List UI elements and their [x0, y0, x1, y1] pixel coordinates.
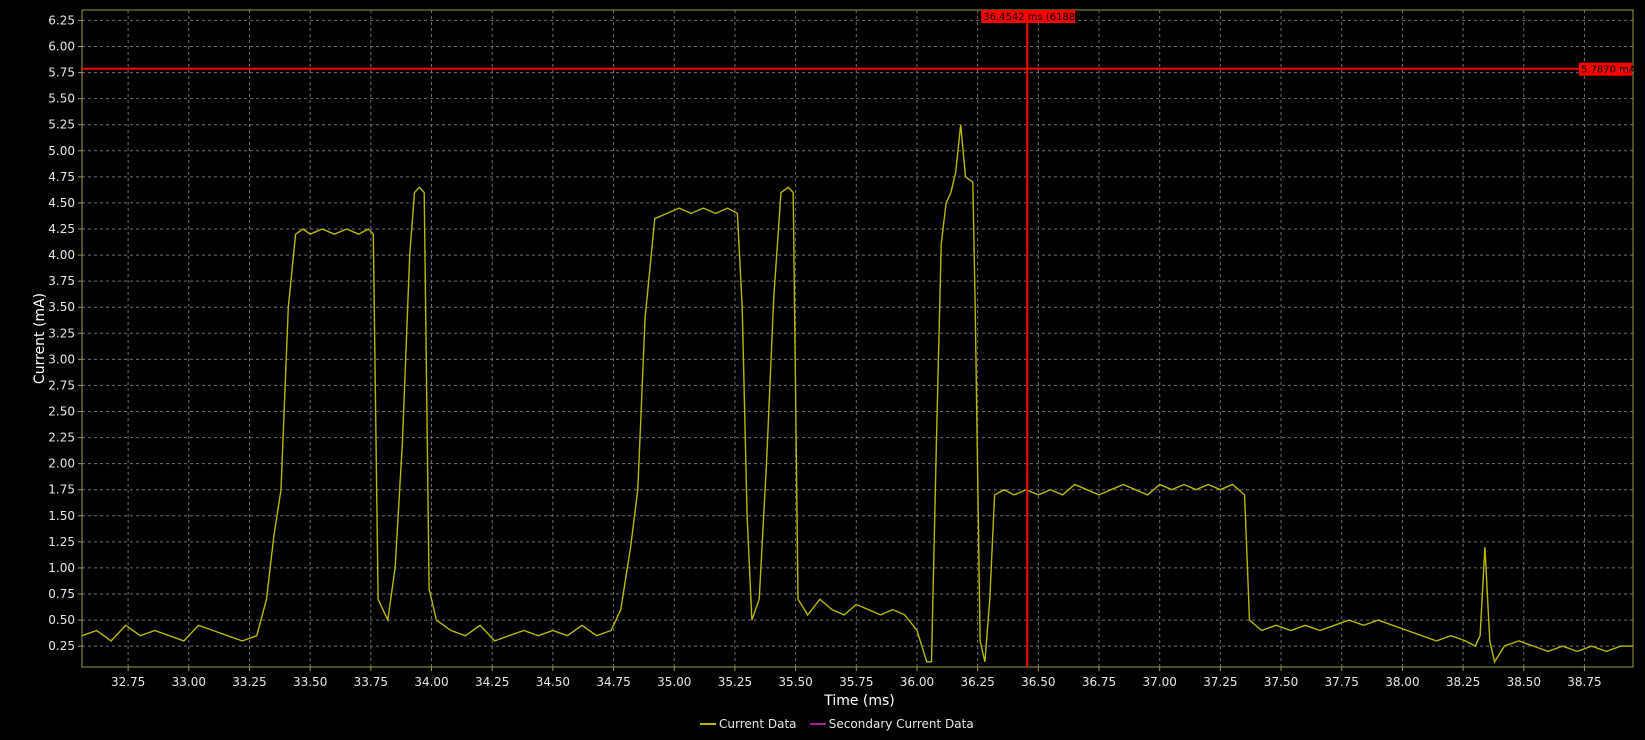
y-tick-label: 5.75 — [48, 66, 75, 80]
y-tick-label: 1.25 — [48, 535, 75, 549]
x-tick-label: 38.50 — [1507, 675, 1541, 689]
y-tick-label: 5.00 — [48, 144, 75, 158]
x-tick-label: 34.00 — [414, 675, 448, 689]
x-tick-label: 33.25 — [232, 675, 266, 689]
x-tick-label: 35.00 — [657, 675, 691, 689]
y-tick-label: 4.00 — [48, 248, 75, 262]
y-tick-label: 3.25 — [48, 326, 75, 340]
x-tick-label: 34.75 — [596, 675, 630, 689]
legend-label: Current Data — [719, 717, 797, 731]
current-chart[interactable]: 32.75 33.00 33.25 33.50 33.75 34.00 34.25 34.50… — [0, 0, 1645, 740]
y-tick-label: 0.25 — [48, 639, 75, 653]
y-tick-label: 0.75 — [48, 587, 75, 601]
x-tick-label: 32.75 — [111, 675, 145, 689]
x-axis-title: Time (ms) — [823, 693, 895, 709]
y-tick-label: 5.50 — [48, 92, 75, 106]
x-tick-label: 35.75 — [839, 675, 873, 689]
y-tick-label: 4.25 — [48, 222, 75, 236]
x-tick-label: 36.00 — [900, 675, 934, 689]
y-tick-label: 5.25 — [48, 118, 75, 132]
horizontal-cursor-label-text: 5.7870 mA — [1581, 65, 1636, 76]
x-tick-label: 34.50 — [536, 675, 570, 689]
y-tick-label: 6.00 — [48, 40, 75, 54]
y-tick-label: 6.25 — [48, 13, 75, 27]
x-tick-label: 37.00 — [1143, 675, 1177, 689]
y-tick-label: 2.25 — [48, 431, 75, 445]
x-tick-label: 35.50 — [778, 675, 812, 689]
x-tick-label: 38.75 — [1567, 675, 1601, 689]
y-tick-label: 4.75 — [48, 170, 75, 184]
x-tick-label: 33.75 — [354, 675, 388, 689]
x-tick-label: 33.50 — [293, 675, 327, 689]
x-tick-label: 38.00 — [1385, 675, 1419, 689]
x-tick-label: 37.50 — [1264, 675, 1298, 689]
y-tick-label: 1.75 — [48, 483, 75, 497]
x-tick-label: 38.25 — [1446, 675, 1480, 689]
y-tick-label: 2.00 — [48, 457, 75, 471]
legend-label: Secondary Current Data — [829, 717, 974, 731]
horizontal-cursor-label: 5.7870 mA — [1579, 62, 1636, 76]
y-tick-label: 1.50 — [48, 509, 75, 523]
x-tick-label: 33.00 — [172, 675, 206, 689]
x-tick-label: 37.25 — [1203, 675, 1237, 689]
vertical-cursor-label-text: 36.4542 ms (6188) — [983, 12, 1079, 23]
y-tick-label: 0.50 — [48, 613, 75, 627]
x-tick-label: 34.25 — [475, 675, 509, 689]
vertical-cursor-label: 36.4542 ms (6188) — [981, 10, 1079, 23]
chart-container: 32.75 33.00 33.25 33.50 33.75 34.00 34.25 34.50… — [0, 0, 1645, 740]
y-tick-label: 4.50 — [48, 196, 75, 210]
chart-background — [0, 0, 1645, 740]
y-tick-label: 1.00 — [48, 561, 75, 575]
y-tick-label: 2.75 — [48, 378, 75, 392]
x-tick-label: 35.25 — [718, 675, 752, 689]
y-tick-label: 3.75 — [48, 274, 75, 288]
y-tick-label: 3.00 — [48, 352, 75, 366]
x-tick-label: 36.50 — [1021, 675, 1055, 689]
legend: Current Data Secondary Current Data — [700, 717, 974, 731]
x-tick-label: 37.75 — [1325, 675, 1359, 689]
y-axis-title: Current (mA) — [32, 293, 48, 384]
x-tick-label: 36.25 — [960, 675, 994, 689]
x-tick-label: 36.75 — [1082, 675, 1116, 689]
y-tick-label: 2.50 — [48, 405, 75, 419]
y-tick-label: 3.50 — [48, 300, 75, 314]
